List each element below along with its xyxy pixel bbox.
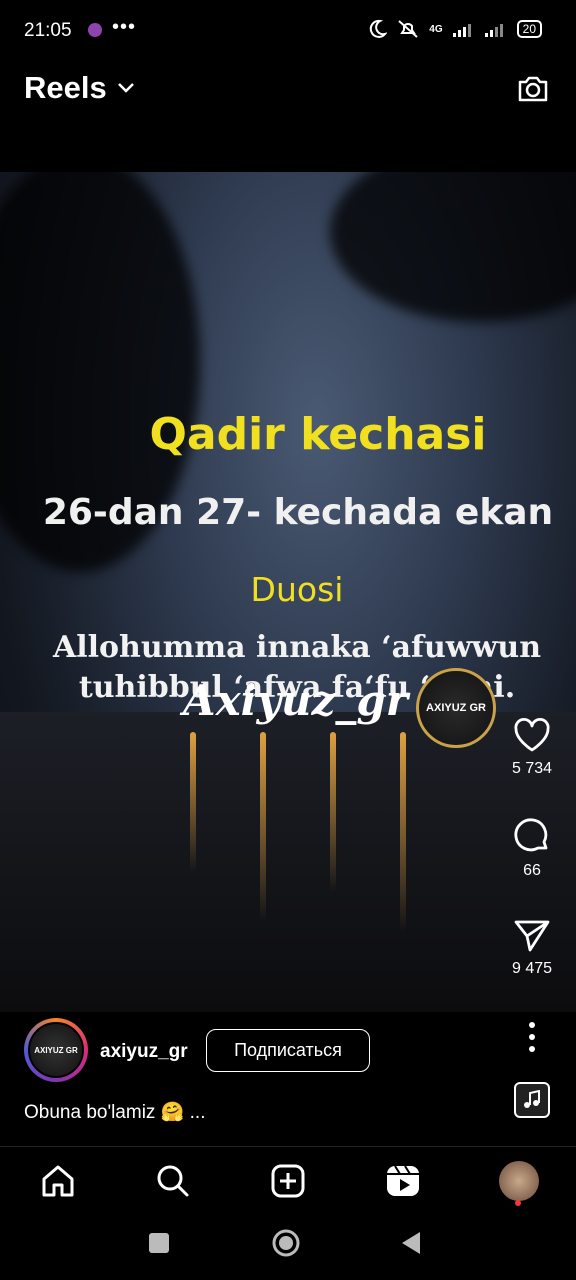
prayer-line: Allohumma innaka ‘afuwwun bbox=[52, 630, 542, 665]
like-button[interactable]: 5 734 bbox=[502, 716, 562, 778]
chevron-down-icon bbox=[117, 83, 134, 93]
back-icon[interactable] bbox=[400, 1230, 422, 1256]
network-type: 4G bbox=[429, 23, 443, 35]
road-reflection bbox=[400, 732, 406, 932]
comment-icon bbox=[514, 818, 548, 852]
moon-icon bbox=[370, 19, 388, 38]
notification-dot bbox=[515, 1200, 521, 1206]
comment-button[interactable]: 66 bbox=[502, 816, 562, 880]
heart-icon bbox=[514, 717, 550, 752]
avatar-image: AXIYUZ GR bbox=[28, 1022, 84, 1078]
like-count: 5 734 bbox=[511, 760, 553, 777]
username[interactable]: axiyuz_gr bbox=[100, 1041, 188, 1063]
status-time: 21:05 bbox=[24, 20, 72, 41]
share-count: 9 475 bbox=[511, 960, 553, 977]
home-circle-icon[interactable] bbox=[271, 1228, 301, 1258]
caption[interactable]: Obuna bo'lamiz 🤗 ... bbox=[24, 1100, 205, 1124]
status-bar: 21:05 ••• 4G 20 bbox=[0, 0, 576, 60]
recent-apps-icon[interactable] bbox=[148, 1232, 170, 1254]
camera-icon[interactable] bbox=[516, 72, 550, 106]
prayer-heading: Duosi bbox=[250, 570, 344, 609]
search-icon[interactable] bbox=[153, 1161, 193, 1201]
share-button[interactable]: 9 475 bbox=[502, 918, 562, 978]
avatar[interactable]: AXIYUZ GR bbox=[24, 1018, 88, 1082]
comment-count: 66 bbox=[523, 862, 541, 879]
create-post-icon[interactable] bbox=[268, 1161, 308, 1201]
avatar-logo-text: AXIYUZ GR bbox=[34, 1045, 78, 1055]
watermark-logo-text: AXIYUZ GR bbox=[426, 702, 486, 714]
reels-title-dropdown[interactable]: Reels bbox=[24, 70, 135, 106]
reels-icon[interactable] bbox=[383, 1161, 423, 1201]
battery-indicator: 20 bbox=[516, 20, 542, 38]
status-more-icon: ••• bbox=[112, 16, 137, 38]
signal-icon bbox=[452, 24, 471, 37]
wet-road bbox=[0, 712, 576, 1012]
video-watermark: Axiyuz_gr bbox=[183, 676, 408, 725]
tree-silhouette-right bbox=[330, 172, 576, 322]
send-icon bbox=[514, 920, 550, 952]
page-title: Reels bbox=[24, 70, 107, 105]
road-reflection bbox=[260, 732, 266, 922]
system-navigation-bar bbox=[0, 1216, 576, 1280]
road-reflection bbox=[330, 732, 336, 892]
watermark-logo: AXIYUZ GR bbox=[416, 668, 496, 748]
signal-icon-2 bbox=[484, 24, 503, 37]
home-icon[interactable] bbox=[38, 1161, 78, 1201]
app-notification-icon bbox=[88, 23, 102, 37]
bottom-navigation bbox=[0, 1146, 576, 1217]
mute-icon bbox=[398, 20, 418, 38]
subscribe-button[interactable]: Подписаться bbox=[206, 1029, 370, 1072]
status-indicators: 4G 20 bbox=[367, 19, 542, 39]
music-note-icon bbox=[524, 1090, 540, 1108]
audio-thumbnail[interactable] bbox=[514, 1082, 550, 1118]
more-options-icon[interactable] bbox=[518, 1020, 546, 1054]
video-subtitle: 26-dan 27- kechada ekan bbox=[42, 492, 554, 533]
video-title: Qadir kechasi bbox=[149, 409, 487, 460]
reel-video[interactable]: Qadir kechasi 26-dan 27- kechada ekan Du… bbox=[0, 172, 576, 1012]
profile-avatar[interactable] bbox=[499, 1161, 539, 1201]
road-reflection bbox=[190, 732, 196, 872]
